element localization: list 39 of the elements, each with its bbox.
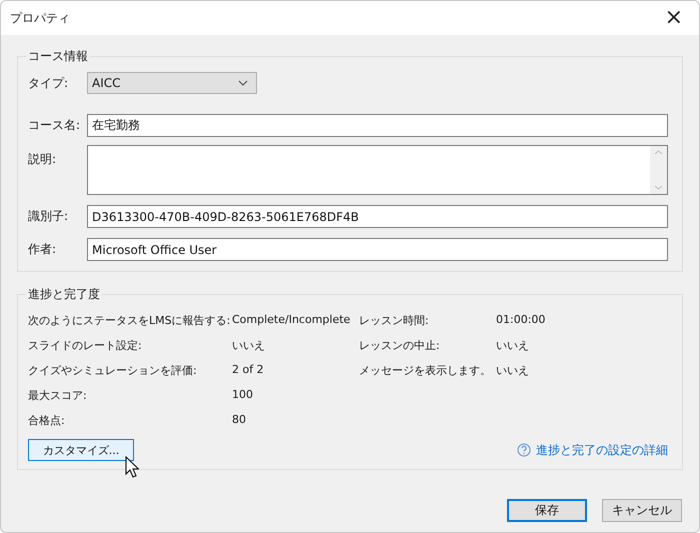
setting-label: 最大スコア: — [28, 388, 88, 403]
setting-value: 100 — [232, 388, 254, 403]
setting-value: Complete/Incomplete — [232, 313, 352, 328]
setting-label: クイズやシミュレーションを評価: — [28, 363, 198, 378]
setting-label: 次のようにステータスをLMSに報告する: — [28, 313, 232, 328]
setting-label: レッスンの中止: — [359, 338, 441, 353]
scroll-up-icon[interactable] — [654, 150, 663, 155]
setting-value: 80 — [232, 413, 247, 428]
mouse-pointer-icon — [125, 456, 139, 478]
scroll-down-icon[interactable] — [654, 185, 663, 190]
close-button[interactable]: × — [660, 7, 687, 29]
help-link[interactable]: 進捗と完了の設定の詳細 — [517, 442, 668, 458]
chevron-down-icon — [238, 80, 248, 86]
field-label: 説明: — [28, 151, 58, 168]
input-field[interactable]: 在宅勤務 — [87, 114, 668, 137]
field-label: 識別子: — [28, 208, 70, 225]
field-label: タイプ: — [28, 74, 70, 92]
customize-button[interactable]: カスタマイズ... — [28, 439, 134, 461]
description-field[interactable] — [87, 145, 668, 195]
dialog-button[interactable]: 保存 — [507, 499, 587, 522]
help-icon — [517, 443, 531, 457]
field-label: コース名: — [28, 117, 82, 134]
setting-label: 合格点: — [28, 413, 66, 428]
setting-value: 2 of 2 — [232, 363, 265, 378]
type-dropdown[interactable]: AICC — [87, 72, 257, 94]
field-label: 作者: — [28, 241, 58, 258]
group-title: コース情報 — [27, 48, 89, 65]
input-field[interactable]: D3613300-470B-409D-8263-5061E768DF4B — [87, 205, 668, 228]
input-field[interactable]: Microsoft Office User — [87, 238, 668, 261]
group-title: 進捗と完了度 — [27, 286, 101, 303]
dialog-button[interactable]: キャンセル — [602, 499, 682, 522]
window-title: プロパティ — [10, 10, 70, 26]
setting-value: いいえ — [496, 363, 530, 378]
setting-value: いいえ — [496, 338, 530, 353]
setting-label: スライドのレート設定: — [28, 338, 143, 353]
setting-label: メッセージを表示します。 — [359, 363, 492, 378]
setting-label: レッスン時間: — [359, 313, 430, 328]
setting-value: 01:00:00 — [496, 313, 546, 328]
setting-value: いいえ — [232, 338, 266, 353]
